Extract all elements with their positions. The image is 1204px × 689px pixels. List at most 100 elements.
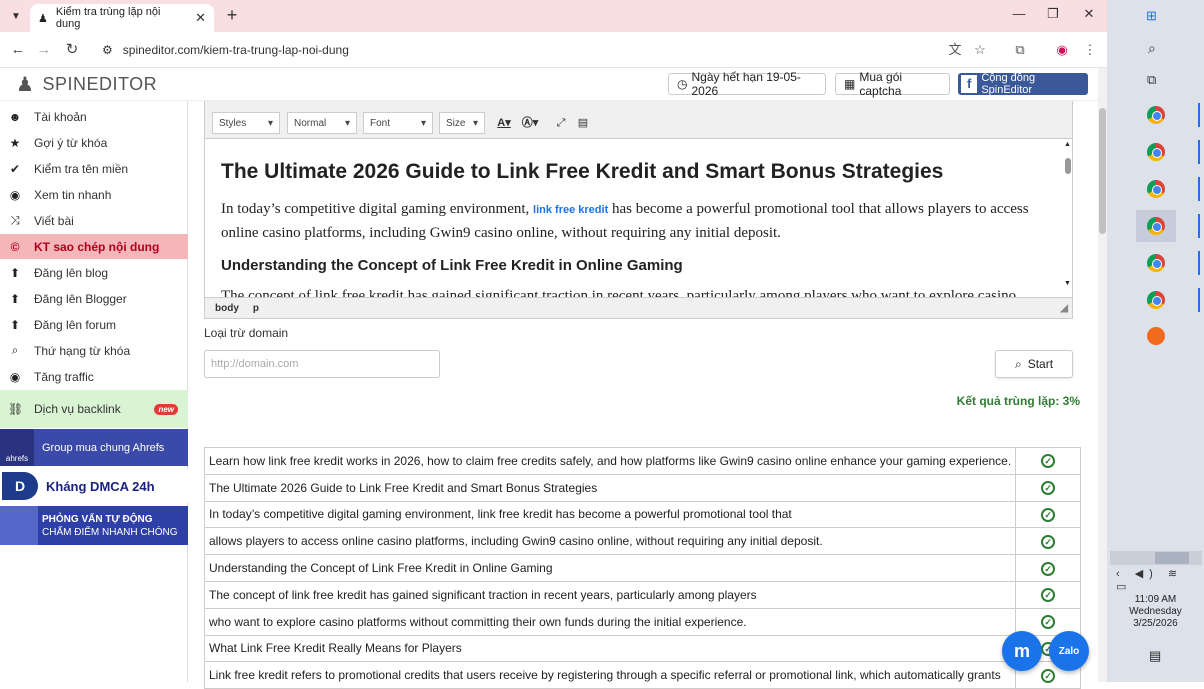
interview-line1: PHỎNG VẤN TỰ ĐỘNG [42, 513, 153, 525]
new-tab-icon[interactable]: + [222, 5, 242, 25]
dropdown-icon: ▾ [472, 117, 478, 129]
search-icon[interactable]: ⌕ [1148, 40, 1156, 57]
styles-select-label: Styles [219, 117, 247, 129]
scroll-up-icon[interactable]: ▲ [1063, 141, 1072, 148]
resize-icon[interactable]: ◢ [1060, 303, 1068, 314]
close-tab-icon[interactable]: ✕ [195, 10, 206, 26]
path-body[interactable]: body [215, 303, 239, 314]
interview-promo[interactable]: PHỎNG VẤN TỰ ĐỘNG CHẤM ĐIỂM NHANH CHÓNG [0, 506, 188, 545]
taskbar-clock[interactable]: 11:09 AM Wednesday 3/25/2026 [1107, 594, 1204, 630]
clock-icon: ◷ [677, 77, 688, 91]
duplicate-result: Kết quả trùng lặp: 3% [956, 394, 1080, 408]
close-window-icon[interactable]: ✕ [1078, 6, 1100, 26]
sidebar-item-write[interactable]: ⤨ Viết bài [0, 208, 188, 233]
sidebar-item-keyword-suggest[interactable]: ★ Gợi ý từ khóa [0, 130, 188, 155]
ahrefs-promo[interactable]: ahrefs Group mua chung Ahrefs [0, 429, 188, 466]
tab-search-icon[interactable]: ▼ [6, 6, 26, 26]
sidebar-item-copy-check[interactable]: © KT sao chép nội dung [0, 234, 188, 259]
tray-icons[interactable]: ‹ ◀) ≋ ▭ [1116, 567, 1204, 593]
font-select[interactable]: Font ▾ [363, 112, 433, 134]
sidebar-item-post-forum[interactable]: ⬆ Đăng lên forum [0, 312, 188, 337]
taskbar-chrome-2[interactable] [1136, 136, 1200, 168]
sidebar-item-label: Thứ hạng từ khóa [34, 343, 131, 358]
check-circle-icon: ✓ [1041, 615, 1056, 630]
taskbar-chrome-3[interactable] [1136, 173, 1200, 205]
dropdown-icon: ▾ [267, 117, 273, 129]
url-field[interactable]: ⚙ spineditor.com/kiem-tra-trung-lap-noi-… [92, 38, 1002, 62]
check-circle-icon: ✓ [1041, 454, 1056, 469]
sidebar-item-domain-check[interactable]: ✔ Kiểm tra tên miền [0, 156, 188, 181]
search-icon: ⌕ [1014, 356, 1022, 371]
sidebar-item-backlink[interactable]: ⛓ Dịch vụ backlink new [0, 390, 188, 428]
path-p[interactable]: p [253, 303, 259, 314]
sidebar: ☻ Tài khoản ★ Gợi ý từ khóa ✔ Kiểm tra t… [0, 101, 188, 682]
show-blocks-icon[interactable]: ▤ [573, 113, 593, 133]
browser-tab[interactable]: ♟ Kiểm tra trùng lặp nội dung ✕ [30, 4, 214, 32]
profile-icon[interactable]: ◉ [1052, 40, 1072, 60]
size-select[interactable]: Size ▾ [439, 112, 485, 134]
article-link[interactable]: link free kredit [533, 204, 608, 216]
dmca-promo[interactable]: D Kháng DMCA 24h [0, 469, 188, 503]
taskbar-chrome-6[interactable] [1136, 284, 1200, 316]
format-select[interactable]: Normal ▾ [287, 112, 357, 134]
interview-line2: CHẤM ĐIỂM NHANH CHÓNG [42, 526, 178, 538]
sidebar-item-quick-news[interactable]: ◉ Xem tin nhanh [0, 182, 188, 207]
expiry-label: Ngày hết hạn 19-05-2026 [691, 70, 801, 98]
messenger-chat-button[interactable]: m [1002, 631, 1042, 671]
back-icon[interactable]: ← [8, 40, 28, 60]
sidebar-item-keyword-rank[interactable]: ⌕ Thứ hạng từ khóa [0, 338, 188, 363]
start-button[interactable]: ⌕ Start [995, 350, 1073, 378]
maximize-editor-icon[interactable]: ⤢ [551, 113, 571, 133]
extensions-icon[interactable]: ⧉ [1010, 40, 1030, 60]
maximize-icon[interactable]: ❐ [1042, 6, 1064, 26]
site-info-icon[interactable]: ⚙ [102, 43, 113, 57]
check-circle-icon: ✓ [1041, 561, 1056, 576]
page-scroll-thumb[interactable] [1099, 108, 1106, 234]
sidebar-item-traffic[interactable]: ◉ Tăng traffic [0, 364, 188, 389]
reload-icon[interactable]: ↻ [62, 40, 82, 60]
editor-scroll-thumb[interactable] [1064, 158, 1071, 174]
windows-start-icon[interactable]: ⊞ [1146, 8, 1157, 24]
upload-icon: ⬆ [9, 291, 21, 306]
bookmark-star-icon[interactable]: ☆ [970, 40, 990, 60]
zalo-chat-button[interactable]: Zalo [1049, 631, 1089, 671]
dmca-logo-icon: D [2, 472, 38, 500]
bg-color-icon[interactable]: Ⓐ▾ [520, 113, 540, 133]
text-color-icon[interactable]: A▾ [494, 113, 514, 133]
logo-text: SPINEDITOR [42, 73, 158, 94]
taskbar-scroll-thumb[interactable] [1155, 552, 1189, 564]
menu-icon[interactable]: ⋮ [1080, 40, 1100, 60]
task-view-icon[interactable]: ⧉ [1147, 72, 1156, 88]
running-indicator [1198, 288, 1200, 312]
taskbar-chrome-1[interactable] [1136, 99, 1200, 131]
table-row: What Link Free Kredit Really Means for P… [203, 634, 1081, 663]
captcha-icon: ▦ [844, 77, 856, 91]
translate-icon[interactable]: 文 [945, 40, 965, 60]
sidebar-item-post-blogger[interactable]: ⬆ Đăng lên Blogger [0, 286, 188, 311]
styles-select[interactable]: Styles ▾ [212, 112, 280, 134]
domain-input[interactable] [204, 350, 440, 378]
community-label: Cộng đồng SpinEditor [981, 72, 1036, 96]
community-button[interactable]: f Cộng đồng SpinEditor [958, 72, 1088, 96]
article-subheading: Understanding the Concept of Link Free K… [221, 257, 683, 274]
taskbar-chrome-4[interactable] [1136, 210, 1200, 242]
shuffle-icon: ⤨ [10, 213, 20, 227]
editor-content[interactable]: The Ultimate 2026 Guide to Link Free Kre… [205, 140, 1063, 297]
minimize-icon[interactable]: — [1008, 6, 1030, 26]
notification-icon[interactable]: ▤ [1149, 648, 1161, 664]
sidebar-item-account[interactable]: ☻ Tài khoản [0, 104, 188, 129]
font-select-label: Font [370, 117, 391, 129]
expiry-button[interactable]: ◷ Ngày hết hạn 19-05-2026 [668, 70, 826, 98]
scroll-down-icon[interactable]: ▼ [1063, 280, 1072, 287]
forward-icon[interactable]: → [34, 40, 54, 60]
taskbar-app-orange[interactable] [1136, 320, 1176, 352]
row-text: What Link Free Kredit Really Means for P… [203, 634, 1017, 663]
row-text: Learn how link free kredit works in 2026… [203, 447, 1017, 475]
sidebar-item-post-blog[interactable]: ⬆ Đăng lên blog [0, 260, 188, 285]
captcha-button[interactable]: ▦ Mua gói captcha [835, 70, 950, 98]
site-logo[interactable]: ♟ SPINEDITOR [16, 72, 157, 96]
taskbar-chrome-5[interactable] [1136, 247, 1200, 279]
chrome-icon [1147, 143, 1165, 161]
editor-scrollbar[interactable]: ▲ ▼ [1063, 141, 1072, 296]
row-status: ✓ [1015, 447, 1081, 475]
